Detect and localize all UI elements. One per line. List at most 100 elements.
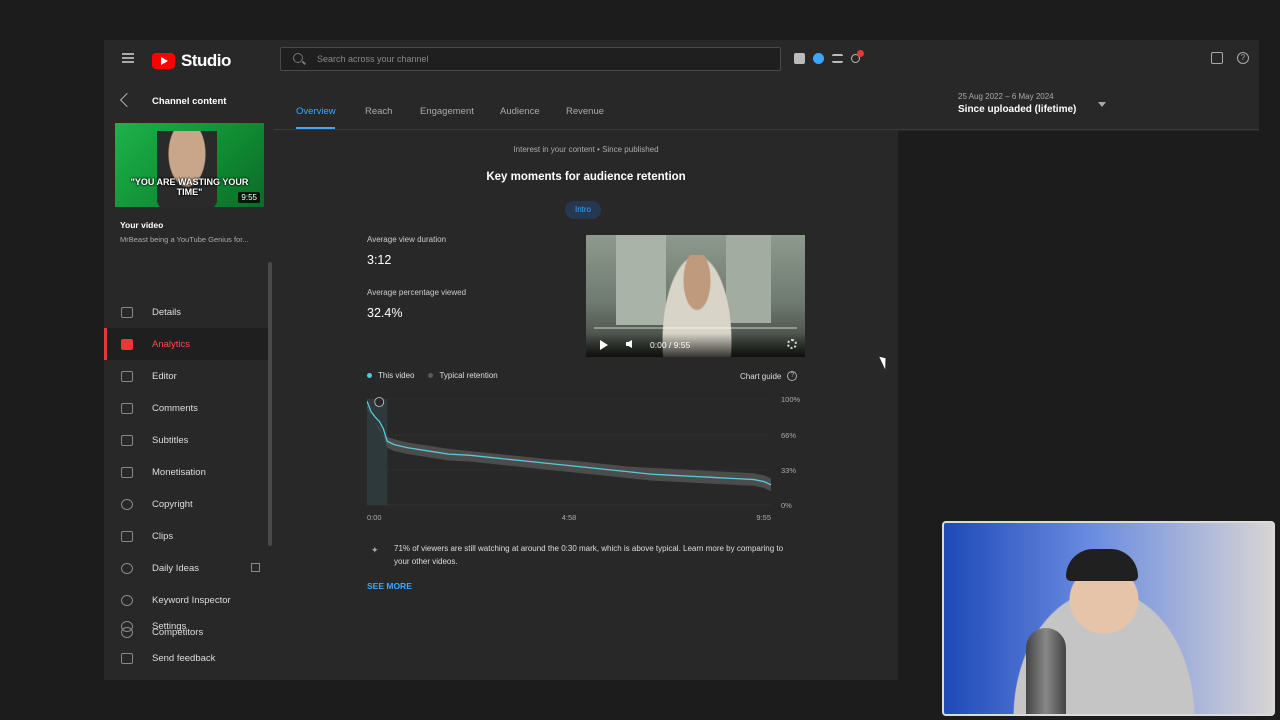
avg-view-duration-label: Average view duration bbox=[367, 235, 447, 244]
sidebar-item-label: Settings bbox=[152, 620, 187, 632]
extension-badge-icon[interactable] bbox=[851, 50, 864, 63]
y-tick-label: 0% bbox=[781, 501, 792, 510]
top-header: Studio ? bbox=[104, 40, 1259, 80]
extension-square-icon[interactable] bbox=[794, 53, 805, 64]
chart-guide-label: Chart guide bbox=[740, 371, 782, 381]
notification-badge bbox=[857, 50, 864, 57]
sidebar-item-subtitles[interactable]: Subtitles bbox=[104, 424, 268, 456]
sidebar-item-label: Copyright bbox=[152, 498, 193, 510]
video-thumbnail[interactable]: "YOU ARE WASTING YOUR TIME" 9:55 bbox=[115, 123, 264, 207]
webcam-cap bbox=[1066, 549, 1138, 581]
sidebar-item-monetisation[interactable]: Monetisation bbox=[104, 456, 268, 488]
sidebar-item-send-feedback[interactable]: Send feedback bbox=[104, 642, 268, 674]
chevron-down-icon[interactable] bbox=[1098, 102, 1106, 107]
extension-list-icon[interactable] bbox=[832, 54, 843, 63]
legend-this-video: This video bbox=[367, 371, 414, 380]
retention-chart[interactable]: 100% 66% 33% 0% 0:00 4:58 9:55 bbox=[367, 391, 807, 531]
feedback-icon[interactable] bbox=[1211, 52, 1223, 64]
dollar-icon bbox=[121, 466, 133, 478]
header-actions: ? bbox=[1211, 52, 1249, 64]
legend-label: Typical retention bbox=[439, 371, 498, 380]
gear-icon bbox=[121, 620, 133, 632]
logo-text: Studio bbox=[181, 51, 231, 70]
youtube-icon bbox=[152, 53, 175, 69]
insight-text: 71% of viewers are still watching at aro… bbox=[394, 544, 784, 566]
external-link-icon[interactable] bbox=[251, 563, 260, 572]
sidebar-item-clips[interactable]: Clips bbox=[104, 520, 268, 552]
tab-engagement[interactable]: Engagement bbox=[420, 106, 474, 117]
sidebar-item-label: Details bbox=[152, 306, 182, 318]
sidebar-item-label: Clips bbox=[152, 530, 174, 542]
menu-icon[interactable] bbox=[122, 53, 134, 63]
volume-icon[interactable] bbox=[626, 340, 632, 348]
y-tick-label: 66% bbox=[781, 431, 796, 440]
help-icon[interactable]: ? bbox=[1237, 52, 1249, 64]
sidebar-item-analytics[interactable]: Analytics bbox=[104, 328, 268, 360]
copyright-icon bbox=[121, 498, 133, 510]
sidebar-item-label: Send feedback bbox=[152, 652, 216, 664]
y-tick-label: 100% bbox=[781, 395, 801, 404]
play-icon[interactable] bbox=[600, 340, 608, 350]
tab-reach[interactable]: Reach bbox=[365, 106, 392, 117]
scissors-icon bbox=[121, 530, 133, 542]
sparkle-icon: ✦ bbox=[371, 545, 379, 555]
search-icon bbox=[293, 53, 303, 63]
settings-gear-icon[interactable] bbox=[787, 339, 797, 349]
typical-retention-band bbox=[367, 404, 771, 492]
tab-revenue[interactable]: Revenue bbox=[566, 106, 604, 117]
sidebar-item-copyright[interactable]: Copyright bbox=[104, 488, 268, 520]
section-subtitle: Interest in your content • Since publish… bbox=[513, 145, 659, 154]
help-icon: ? bbox=[787, 371, 798, 381]
sidebar-item-editor[interactable]: Editor bbox=[104, 360, 268, 392]
webcam-overlay bbox=[942, 521, 1275, 716]
legend-label: This video bbox=[378, 371, 415, 380]
microphone bbox=[1026, 628, 1066, 714]
extension-icon bbox=[121, 594, 133, 606]
date-range-label: Since uploaded (lifetime) bbox=[958, 104, 1077, 115]
x-tick-label: 4:58 bbox=[562, 513, 577, 522]
date-range-selector[interactable]: 25 Aug 2022 – 6 May 2024 Since uploaded … bbox=[958, 92, 1076, 115]
intro-chip[interactable]: Intro bbox=[565, 201, 601, 219]
player-time: 0:00 / 9:55 bbox=[650, 340, 691, 350]
search-box[interactable] bbox=[280, 47, 781, 71]
retention-card: Interest in your content • Since publish… bbox=[274, 131, 898, 680]
x-tick-label: 0:00 bbox=[367, 513, 382, 522]
date-range-dates: 25 Aug 2022 – 6 May 2024 bbox=[958, 92, 1054, 101]
chart-guide-link[interactable]: Chart guide ? bbox=[740, 371, 798, 381]
sidebar-item-settings[interactable]: Settings bbox=[104, 610, 268, 642]
comments-icon bbox=[121, 402, 133, 414]
avg-view-duration-value: 3:12 bbox=[367, 253, 392, 267]
sidebar-item-daily-ideas[interactable]: Daily Ideas bbox=[104, 552, 268, 584]
video-player[interactable]: 0:00 / 9:55 bbox=[586, 235, 805, 357]
chart-legend: This video Typical retention bbox=[367, 371, 498, 380]
sidebar: Channel content "YOU ARE WASTING YOUR TI… bbox=[104, 80, 274, 680]
player-scene-door bbox=[616, 235, 666, 325]
sidebar-item-label: Editor bbox=[152, 370, 177, 382]
extension-toolbar bbox=[794, 50, 864, 64]
legend-dot bbox=[428, 373, 434, 378]
search-input[interactable] bbox=[317, 52, 757, 66]
tab-overview[interactable]: Overview bbox=[296, 106, 336, 117]
sidebar-item-label: Daily Ideas bbox=[152, 562, 199, 574]
studio-logo[interactable]: Studio bbox=[152, 51, 231, 71]
see-more-link[interactable]: SEE MORE bbox=[367, 581, 412, 591]
x-tick-label: 9:55 bbox=[756, 513, 771, 522]
sidebar-item-label: Keyword Inspector bbox=[152, 594, 231, 606]
analytics-icon bbox=[121, 338, 133, 350]
tab-audience[interactable]: Audience bbox=[500, 106, 540, 117]
sidebar-scrollbar[interactable] bbox=[268, 262, 272, 546]
feedback-icon bbox=[121, 652, 133, 664]
player-progress-bar[interactable] bbox=[594, 327, 797, 329]
active-tab-indicator bbox=[296, 127, 335, 129]
sidebar-nav: Details Analytics Editor Comments Subtit… bbox=[104, 296, 268, 648]
extension-blue-icon[interactable] bbox=[813, 53, 824, 64]
y-tick-label: 33% bbox=[781, 466, 796, 475]
sidebar-item-label: Comments bbox=[152, 402, 198, 414]
sidebar-item-label: Monetisation bbox=[152, 466, 206, 478]
your-video-label: Your video bbox=[120, 220, 164, 230]
sidebar-item-comments[interactable]: Comments bbox=[104, 392, 268, 424]
back-to-channel-content[interactable]: Channel content bbox=[104, 80, 274, 122]
sidebar-item-details[interactable]: Details bbox=[104, 296, 268, 328]
back-arrow-icon bbox=[119, 92, 135, 108]
avg-pct-viewed-value: 32.4% bbox=[367, 306, 403, 320]
